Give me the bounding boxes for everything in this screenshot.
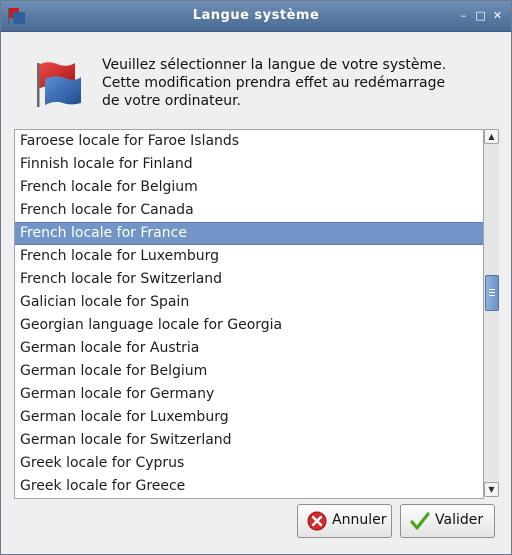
list-item[interactable]: Galician locale for Spain — [15, 291, 483, 314]
list-item[interactable]: French locale for Switzerland — [15, 268, 483, 291]
list-item[interactable]: Georgian language locale for Georgia — [15, 314, 483, 337]
minimize-icon[interactable]: – — [457, 9, 470, 22]
list-item[interactable]: German locale for Austria — [15, 337, 483, 360]
list-item[interactable]: Finnish locale for Finland — [15, 153, 483, 176]
list-item[interactable]: German locale for Germany — [15, 383, 483, 406]
cancel-button-label: Annuler — [332, 512, 387, 528]
scroll-up-arrow-icon[interactable]: ▲ — [484, 129, 499, 144]
list-item[interactable]: French locale for Belgium — [15, 176, 483, 199]
locale-list[interactable]: Faroese locale for Faroe Islands Finnish … — [14, 129, 484, 499]
message-line-3: de votre ordinateur. — [102, 93, 242, 109]
message-line-2: Cette modification prendra effet au redé… — [102, 75, 446, 91]
cancel-icon — [307, 511, 327, 531]
list-item[interactable]: German locale for Belgium — [15, 360, 483, 383]
scrollbar-thumb[interactable] — [485, 275, 499, 311]
list-item[interactable]: Faroese locale for Faroe Islands — [15, 130, 483, 153]
language-dialog: Langue système – □ ✕ Veuillez sélectionn… — [0, 0, 512, 555]
list-scrollbar[interactable]: ▲ ▼ — [484, 129, 499, 497]
close-icon[interactable]: ✕ — [491, 9, 504, 22]
window-title: Langue système — [192, 8, 320, 23]
ok-button-label: Valider — [435, 512, 484, 528]
list-item[interactable]: French locale for Luxemburg — [15, 245, 483, 268]
maximize-icon[interactable]: □ — [474, 9, 487, 22]
scroll-down-arrow-icon[interactable]: ▼ — [484, 482, 499, 497]
checkmark-icon — [410, 512, 430, 530]
list-item[interactable]: French locale for France — [15, 222, 483, 245]
title-bar[interactable]: Langue système – □ ✕ — [1, 1, 511, 32]
language-flags-icon — [37, 62, 81, 107]
list-item[interactable]: German locale for Luxemburg — [15, 406, 483, 429]
list-item[interactable]: German locale for Switzerland — [15, 429, 483, 452]
list-item[interactable]: French locale for Canada — [15, 199, 483, 222]
list-item[interactable]: Greek locale for Greece — [15, 475, 483, 498]
message-line-1: Veuillez sélectionner la langue de votre… — [102, 57, 447, 73]
instruction-message: Veuillez sélectionner la langue de votre… — [102, 56, 502, 110]
cancel-button[interactable]: Annuler — [297, 504, 392, 538]
ok-button[interactable]: Valider — [400, 504, 495, 538]
list-item[interactable]: Greek locale for Cyprus — [15, 452, 483, 475]
